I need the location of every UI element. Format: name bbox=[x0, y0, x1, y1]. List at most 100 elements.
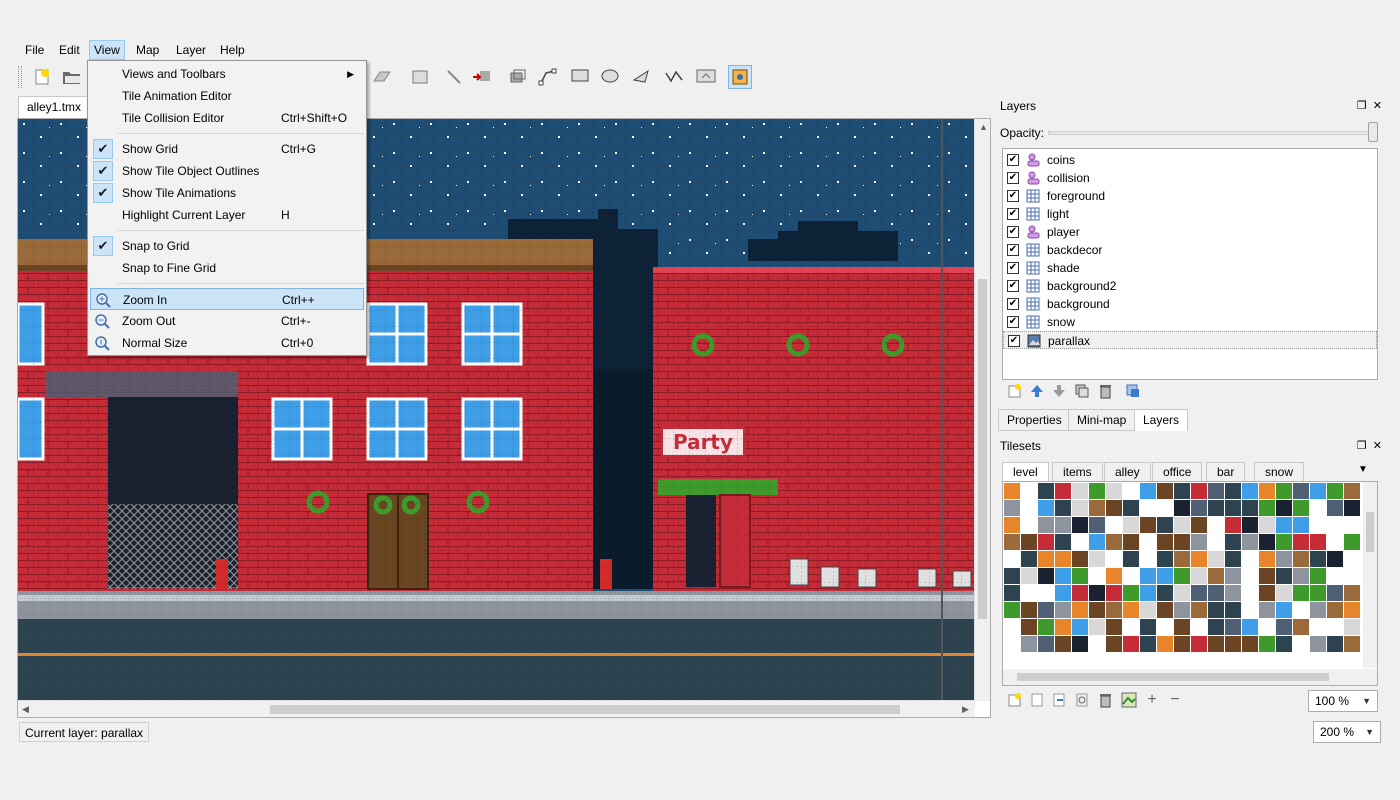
tileset-tile[interactable] bbox=[1310, 619, 1326, 635]
insert-polygon-button[interactable] bbox=[630, 65, 654, 89]
tileset-tile[interactable] bbox=[1157, 517, 1173, 533]
tileset-tile[interactable] bbox=[1191, 551, 1207, 567]
tileset-tile[interactable] bbox=[1208, 551, 1224, 567]
tileset-tile[interactable] bbox=[1174, 585, 1190, 601]
tileset-tab-office[interactable]: office bbox=[1152, 462, 1203, 482]
insert-tile-object-button[interactable] bbox=[694, 65, 718, 89]
tileset-tile[interactable] bbox=[1344, 534, 1360, 550]
tileset-tile[interactable] bbox=[1055, 551, 1071, 567]
visibility-checkbox[interactable]: ✔ bbox=[1007, 226, 1019, 238]
tileset-horizontal-thumb[interactable] bbox=[1017, 673, 1329, 681]
tileset-tile[interactable] bbox=[1293, 585, 1309, 601]
tileset-tile[interactable] bbox=[1208, 585, 1224, 601]
tileset-tile[interactable] bbox=[1293, 619, 1309, 635]
layer-row-collision[interactable]: ✔ collision bbox=[1003, 169, 1377, 187]
tileset-tile[interactable] bbox=[1089, 551, 1105, 567]
menu-item-highlight-current-layer[interactable]: Highlight Current Layer H bbox=[90, 204, 364, 226]
tileset-tile[interactable] bbox=[1106, 619, 1122, 635]
tileset-tile[interactable] bbox=[1293, 636, 1309, 652]
tileset-tile[interactable] bbox=[1055, 585, 1071, 601]
tab-layers[interactable]: Layers bbox=[1134, 409, 1189, 431]
tileset-tile[interactable] bbox=[1174, 619, 1190, 635]
visibility-checkbox[interactable]: ✔ bbox=[1007, 244, 1019, 256]
new-tileset-button[interactable] bbox=[1006, 691, 1024, 709]
tileset-tile[interactable] bbox=[1004, 602, 1020, 618]
tileset-tile[interactable] bbox=[1157, 602, 1173, 618]
layer-row-foreground[interactable]: ✔ foreground bbox=[1003, 187, 1377, 205]
tab-properties[interactable]: Properties bbox=[998, 409, 1071, 431]
tileset-tile[interactable] bbox=[1157, 483, 1173, 499]
tileset-tile[interactable] bbox=[1191, 636, 1207, 652]
tileset-tile[interactable] bbox=[1106, 534, 1122, 550]
tileset-tile[interactable] bbox=[1276, 517, 1292, 533]
tileset-tile[interactable] bbox=[1072, 585, 1088, 601]
layer-list[interactable]: ✔ coins ✔ collision ✔ foreground ✔ light… bbox=[1002, 148, 1378, 380]
tileset-tile[interactable] bbox=[1225, 500, 1241, 516]
remove-tiles-button[interactable]: − bbox=[1166, 691, 1184, 709]
layer-row-snow[interactable]: ✔ snow bbox=[1003, 313, 1377, 331]
tileset-tile[interactable] bbox=[1123, 602, 1139, 618]
tileset-tile[interactable] bbox=[1021, 602, 1037, 618]
tileset-tile[interactable] bbox=[1276, 585, 1292, 601]
tileset-tile[interactable] bbox=[1055, 568, 1071, 584]
tileset-tile[interactable] bbox=[1021, 636, 1037, 652]
tileset-tile[interactable] bbox=[1072, 483, 1088, 499]
menu-item-tile-collision-editor[interactable]: Tile Collision Editor Ctrl+Shift+O bbox=[90, 107, 364, 129]
tileset-tile[interactable] bbox=[1140, 602, 1156, 618]
tileset-tile[interactable] bbox=[1208, 517, 1224, 533]
tileset-tile[interactable] bbox=[1276, 602, 1292, 618]
close-icon[interactable]: ✕ bbox=[1373, 100, 1382, 112]
tileset-tile[interactable] bbox=[1055, 500, 1071, 516]
tileset-tile[interactable] bbox=[1276, 500, 1292, 516]
tileset-tile[interactable] bbox=[1208, 619, 1224, 635]
tileset-tile[interactable] bbox=[1259, 636, 1275, 652]
map-vertical-scrollbar[interactable]: ▲ bbox=[974, 119, 990, 701]
tileset-vertical-thumb[interactable] bbox=[1366, 512, 1374, 552]
tileset-tile[interactable] bbox=[1191, 500, 1207, 516]
tileset-tile[interactable] bbox=[1072, 568, 1088, 584]
tileset-tile[interactable] bbox=[1276, 483, 1292, 499]
remove-tileset-button[interactable] bbox=[1096, 691, 1114, 709]
tileset-tile[interactable] bbox=[1310, 534, 1326, 550]
scroll-right-icon[interactable]: ▶ bbox=[962, 704, 969, 715]
tileset-tab-alley[interactable]: alley bbox=[1104, 462, 1151, 482]
tileset-tile[interactable] bbox=[1293, 500, 1309, 516]
tileset-tile[interactable] bbox=[1004, 483, 1020, 499]
add-tiles-button[interactable]: + bbox=[1143, 691, 1161, 709]
visibility-checkbox[interactable]: ✔ bbox=[1007, 298, 1019, 310]
tileset-tile[interactable] bbox=[1327, 551, 1343, 567]
tileset-tile[interactable] bbox=[1242, 534, 1258, 550]
tileset-tile[interactable] bbox=[1157, 585, 1173, 601]
menu-map[interactable]: Map bbox=[132, 40, 163, 60]
tileset-tile[interactable] bbox=[1021, 585, 1037, 601]
tileset-tile[interactable] bbox=[1225, 483, 1241, 499]
menu-item-show-tile-animations[interactable]: ✔ Show Tile Animations bbox=[90, 182, 364, 204]
menu-item-views-and-toolbars[interactable]: Views and Toolbars ▶ bbox=[90, 63, 364, 85]
tileset-tile[interactable] bbox=[1038, 483, 1054, 499]
tileset-tile[interactable] bbox=[1106, 568, 1122, 584]
tileset-tile[interactable] bbox=[1242, 619, 1258, 635]
tileset-tile[interactable] bbox=[1004, 568, 1020, 584]
tileset-tile[interactable] bbox=[1089, 517, 1105, 533]
scroll-left-icon[interactable]: ◀ bbox=[22, 704, 29, 715]
tileset-tile[interactable] bbox=[1259, 483, 1275, 499]
object-select-button[interactable] bbox=[506, 65, 530, 89]
tileset-tile[interactable] bbox=[1259, 534, 1275, 550]
tileset-tile[interactable] bbox=[1021, 568, 1037, 584]
tileset-tile[interactable] bbox=[1344, 636, 1360, 652]
map-vertical-thumb[interactable] bbox=[978, 279, 987, 619]
map-horizontal-scrollbar[interactable]: ◀ ▶ bbox=[18, 700, 975, 717]
duplicate-layer-button[interactable] bbox=[1073, 382, 1091, 400]
tileset-tile[interactable] bbox=[1344, 585, 1360, 601]
edit-polygons-button[interactable] bbox=[536, 65, 560, 89]
tileset-tile[interactable] bbox=[1191, 568, 1207, 584]
menu-layer[interactable]: Layer bbox=[172, 40, 210, 60]
tileset-tile[interactable] bbox=[1072, 619, 1088, 635]
tileset-tile[interactable] bbox=[1310, 568, 1326, 584]
tileset-tile[interactable] bbox=[1157, 568, 1173, 584]
tabs-overflow-icon[interactable]: ▼ bbox=[1358, 464, 1368, 475]
tileset-tile[interactable] bbox=[1242, 500, 1258, 516]
layer-properties-button[interactable] bbox=[1124, 382, 1142, 400]
tab-alley1[interactable]: alley1.tmx bbox=[18, 96, 88, 118]
tileset-tile[interactable] bbox=[1140, 551, 1156, 567]
